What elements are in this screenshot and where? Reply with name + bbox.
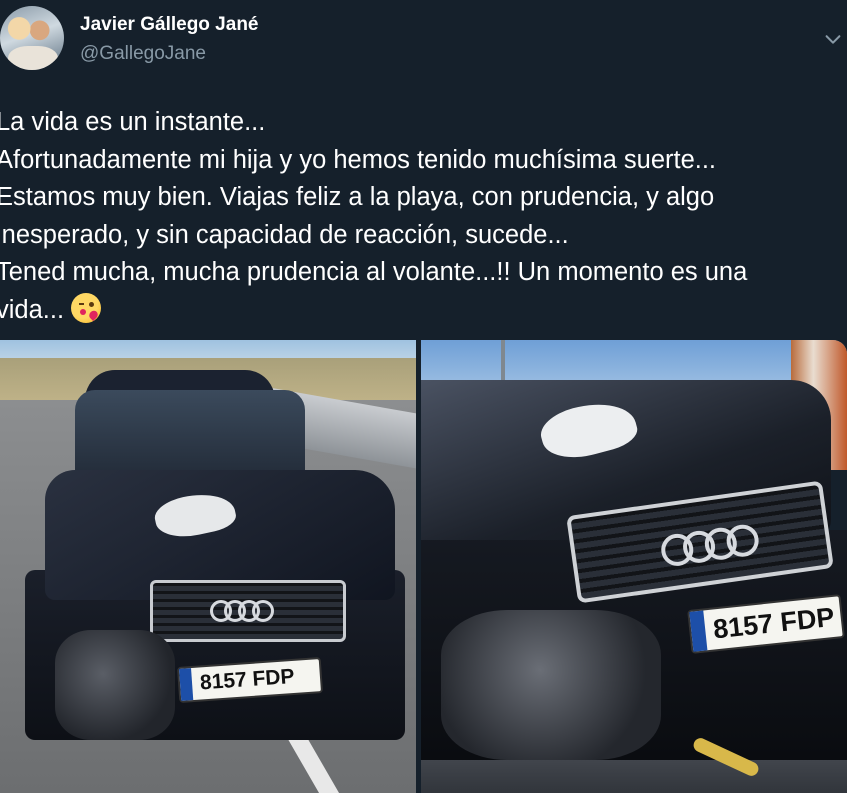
chevron-down-icon[interactable] xyxy=(822,28,844,50)
tweet-line: Estamos muy bien. Viajas feliz a la play… xyxy=(0,183,715,211)
kissing-face-emoji-icon xyxy=(71,292,102,323)
tweet-line: La vida es un instante... xyxy=(0,108,266,136)
avatar[interactable] xyxy=(0,6,64,70)
tweet-line: Afortunadamente mi hija y yo hemos tenid… xyxy=(0,145,717,174)
tweet-header: Javier Gállego Jané @GallegoJane xyxy=(0,0,847,80)
author-name[interactable]: Javier Gállego Jané xyxy=(80,14,259,36)
author-handle[interactable]: @GallegoJane xyxy=(80,43,206,65)
photo-crashed-car-right[interactable]: 8157 FDP xyxy=(421,340,847,793)
tweet-line: vida... xyxy=(0,295,65,324)
tweet-line: Tened mucha, mucha prudencia al volante.… xyxy=(0,258,748,286)
photo-crashed-car-left[interactable]: 8157 FDP xyxy=(0,340,416,793)
car-illustration xyxy=(15,370,405,770)
audi-logo-icon xyxy=(210,600,274,622)
tweet-line: inesperado, y sin capacidad de reacción,… xyxy=(0,220,569,249)
tweet-text: La vida es un instante... Afortunadament… xyxy=(0,104,846,329)
car-illustration xyxy=(421,380,847,793)
tweet-media: 8157 FDP 8157 FDP xyxy=(0,340,847,793)
